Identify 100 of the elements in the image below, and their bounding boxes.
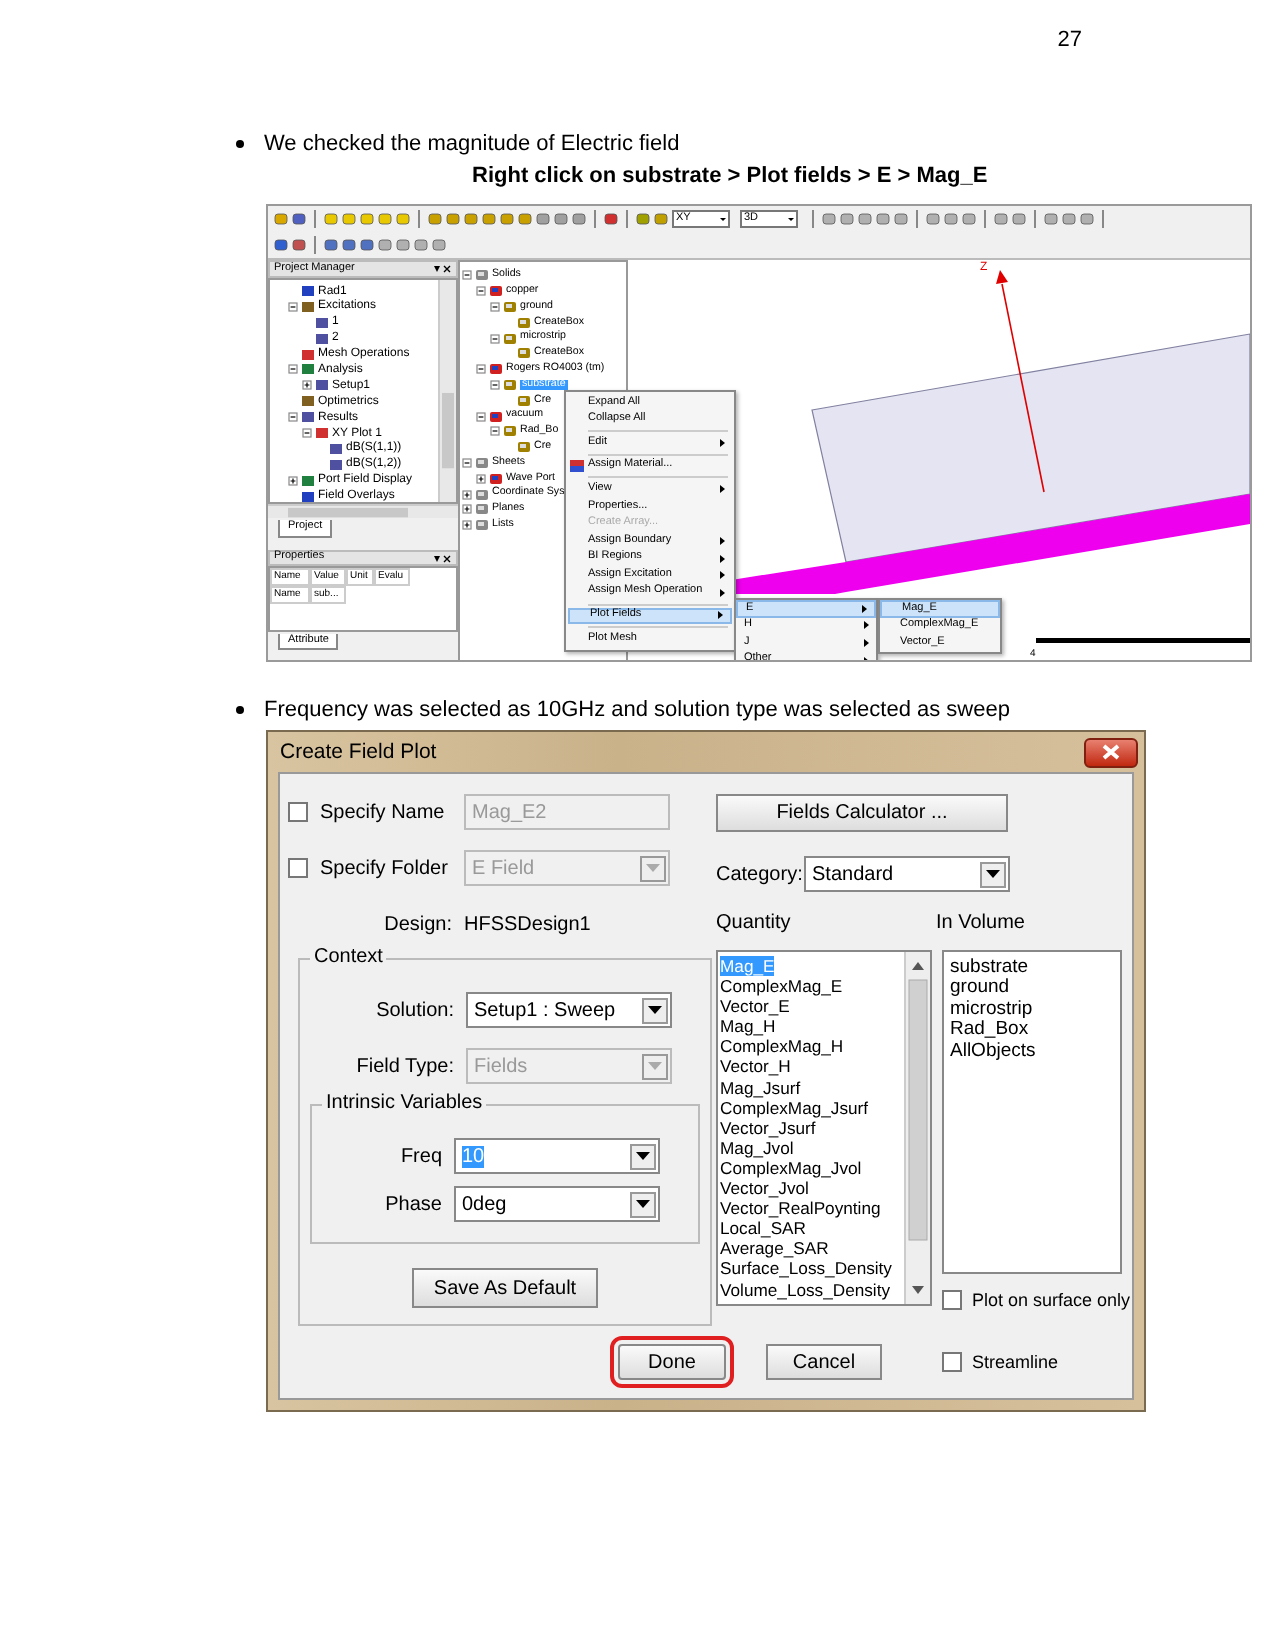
- checkbox-label[interactable]: Streamline: [972, 1352, 1059, 1372]
- object-icon: [490, 411, 502, 422]
- list-item[interactable]: ComplexMag_E: [720, 976, 843, 997]
- material-icon: [570, 460, 584, 473]
- list-item[interactable]: Surface_Loss_Density: [720, 1258, 892, 1279]
- node-icon: [316, 380, 328, 391]
- collapse-icon[interactable]: [288, 364, 298, 375]
- list-item[interactable]: Vector_H: [720, 1056, 791, 1078]
- list-item[interactable]: ComplexMag_H: [720, 1036, 844, 1057]
- list-item[interactable]: AllObjects: [950, 1041, 1036, 1063]
- object-icon: [518, 442, 530, 453]
- node-icon: [302, 412, 314, 423]
- dropdown-button[interactable]: [642, 997, 668, 1023]
- node-icon: [330, 459, 342, 470]
- field-label: Solution:: [374, 999, 456, 1021]
- list-item[interactable]: Mag_Jvol: [720, 1137, 794, 1158]
- collapse-icon[interactable]: [490, 333, 500, 344]
- node-icon: [316, 317, 328, 328]
- object-icon: [518, 395, 530, 406]
- cancel-button[interactable]: Cancel: [766, 1344, 882, 1380]
- folder-icon: [476, 457, 488, 468]
- list-item[interactable]: Mag_H: [720, 1016, 776, 1037]
- list-label: Quantity: [716, 912, 793, 934]
- scrollbar[interactable]: [438, 279, 456, 502]
- save-as-default-button[interactable]: Save As Default: [412, 1268, 598, 1308]
- expand-icon[interactable]: [462, 489, 472, 500]
- collapse-icon[interactable]: [490, 301, 500, 312]
- node-icon: [316, 333, 328, 344]
- node-icon: [302, 364, 314, 375]
- toolbar-icon[interactable]: [604, 212, 618, 226]
- list-item[interactable]: ComplexMag_Jvol: [720, 1157, 862, 1179]
- collapse-icon[interactable]: [302, 428, 312, 439]
- list-item[interactable]: Vector_E: [720, 996, 790, 1017]
- collapse-icon[interactable]: [490, 379, 500, 390]
- list-item[interactable]: Vector_RealPoynting: [720, 1198, 881, 1219]
- list-item[interactable]: Local_SAR: [720, 1218, 806, 1239]
- dropdown-button[interactable]: [980, 861, 1006, 887]
- dropdown-arrow-icon[interactable]: [786, 214, 796, 224]
- checkbox[interactable]: [942, 1352, 962, 1372]
- list-item[interactable]: ground: [950, 978, 1010, 1000]
- expand-icon[interactable]: [476, 473, 486, 484]
- collapse-icon[interactable]: [476, 411, 486, 422]
- object-icon: [504, 379, 516, 390]
- field-label: Design:: [382, 913, 454, 935]
- expand-icon[interactable]: [288, 475, 298, 486]
- list-item[interactable]: microstrip: [950, 999, 1033, 1021]
- object-icon: [490, 286, 502, 297]
- object-icon: [504, 333, 516, 344]
- dropdown-button[interactable]: [630, 1143, 656, 1169]
- object-icon: [504, 426, 516, 437]
- collapse-icon[interactable]: [476, 286, 486, 297]
- expand-icon[interactable]: [462, 520, 472, 531]
- list-item[interactable]: ComplexMag_Jsurf: [720, 1097, 869, 1118]
- checkbox[interactable]: [942, 1290, 962, 1310]
- object-icon: [490, 364, 502, 375]
- node-icon: [302, 286, 314, 297]
- list-item[interactable]: Rad_Box: [950, 1020, 1029, 1042]
- node-icon: [302, 396, 314, 407]
- close-button[interactable]: [1084, 737, 1138, 767]
- collapse-icon[interactable]: [490, 426, 500, 437]
- caret-icon: [636, 1200, 650, 1208]
- expand-icon[interactable]: [302, 380, 312, 391]
- list-label: In Volume: [936, 912, 1025, 934]
- pin-close-icon[interactable]: [432, 553, 452, 564]
- fields-calculator-button[interactable]: Fields Calculator ...: [716, 794, 1008, 832]
- dropdown-button[interactable]: [630, 1191, 656, 1217]
- collapse-icon[interactable]: [288, 301, 298, 312]
- checkbox-label[interactable]: Plot on surface only: [972, 1290, 1131, 1310]
- caret-icon: [646, 864, 660, 872]
- node-icon: [302, 349, 314, 360]
- window-title: Create Field Plot: [280, 740, 437, 764]
- collapse-icon[interactable]: [288, 412, 298, 423]
- object-icon: [490, 473, 502, 484]
- volume-list[interactable]: substrate ground microstrip Rad_Box AllObjects: [942, 950, 1122, 1274]
- object-icon: [518, 348, 530, 359]
- quantity-list[interactable]: [716, 950, 932, 1306]
- list-item[interactable]: Vector_Jsurf: [720, 1117, 816, 1138]
- collapse-icon[interactable]: [476, 364, 486, 375]
- field-label: Freq: [398, 1145, 444, 1167]
- collapse-icon[interactable]: [462, 270, 472, 281]
- object-icon: [504, 301, 516, 312]
- collapse-icon[interactable]: [462, 457, 472, 468]
- list-item[interactable]: Volume_Loss_Density: [720, 1279, 891, 1300]
- dropdown-field[interactable]: 0deg: [454, 1186, 660, 1222]
- pin-close-icon[interactable]: [432, 263, 452, 274]
- object-icon: [518, 317, 530, 328]
- dropdown-arrow-icon[interactable]: [718, 214, 728, 224]
- dropdown-field[interactable]: Standard: [804, 856, 1010, 892]
- list-item[interactable]: substrate: [950, 958, 1029, 979]
- list-item[interactable]: Vector_Jvol: [720, 1178, 809, 1199]
- dropdown-field[interactable]: Setup1 : Sweep: [466, 992, 672, 1028]
- node-icon: [302, 491, 314, 502]
- list-item[interactable]: Average_SAR: [720, 1238, 829, 1259]
- expand-icon[interactable]: [462, 504, 472, 515]
- caret-icon: [648, 1062, 662, 1070]
- list-item[interactable]: Mag_Jsurf: [720, 1077, 801, 1098]
- folder-icon: [476, 489, 488, 500]
- scrollbar[interactable]: [904, 952, 930, 1304]
- group-title: Intrinsic Variables: [322, 1092, 487, 1114]
- group-title: Context: [310, 946, 387, 968]
